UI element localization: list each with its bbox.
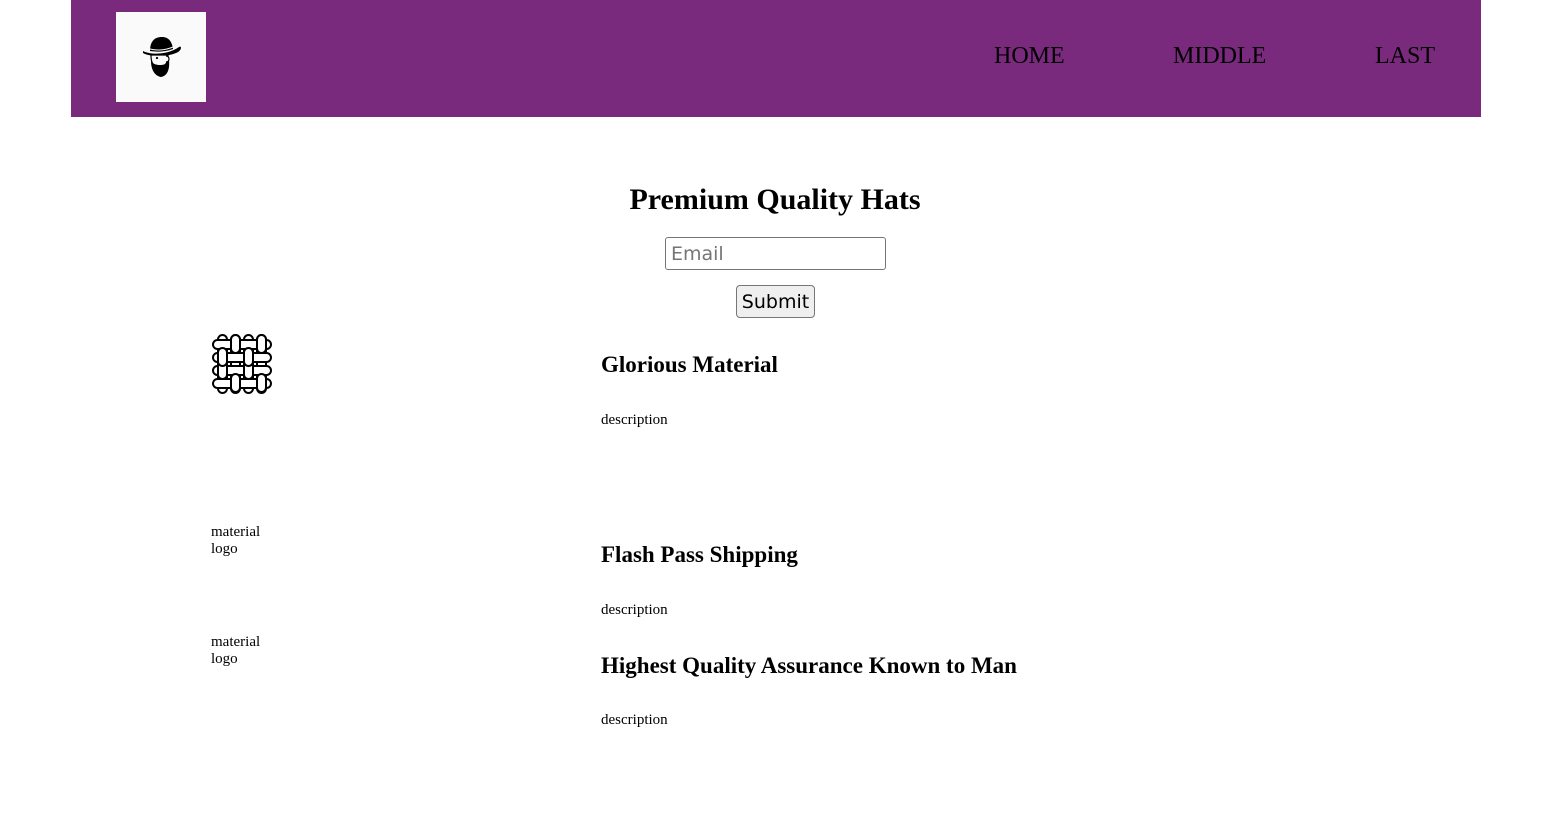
site-header: HOME MIDDLE LAST (71, 0, 1481, 117)
submit-button[interactable]: Submit (736, 285, 815, 318)
nav-last-link[interactable]: LAST (1375, 42, 1435, 70)
nav-middle-link[interactable]: MIDDLE (1173, 42, 1266, 70)
logo[interactable] (116, 12, 206, 102)
feature-image-alt: material logo (211, 634, 261, 667)
feature-title: Flash Pass Shipping (601, 542, 798, 567)
nav-home-link[interactable]: HOME (994, 42, 1065, 70)
bearded-man-with-hat-icon (143, 37, 181, 77)
feature-description: description (601, 712, 668, 728)
feature-image-alt: material logo (211, 524, 261, 557)
woven-fabric-icon (211, 333, 273, 400)
page-title: Premium Quality Hats (629, 183, 921, 216)
feature-description: description (601, 602, 668, 618)
feature-title: Highest Quality Assurance Known to Man (601, 653, 1017, 678)
email-field[interactable] (665, 237, 886, 270)
feature-description: description (601, 412, 668, 428)
feature-title: Glorious Material (601, 352, 778, 377)
